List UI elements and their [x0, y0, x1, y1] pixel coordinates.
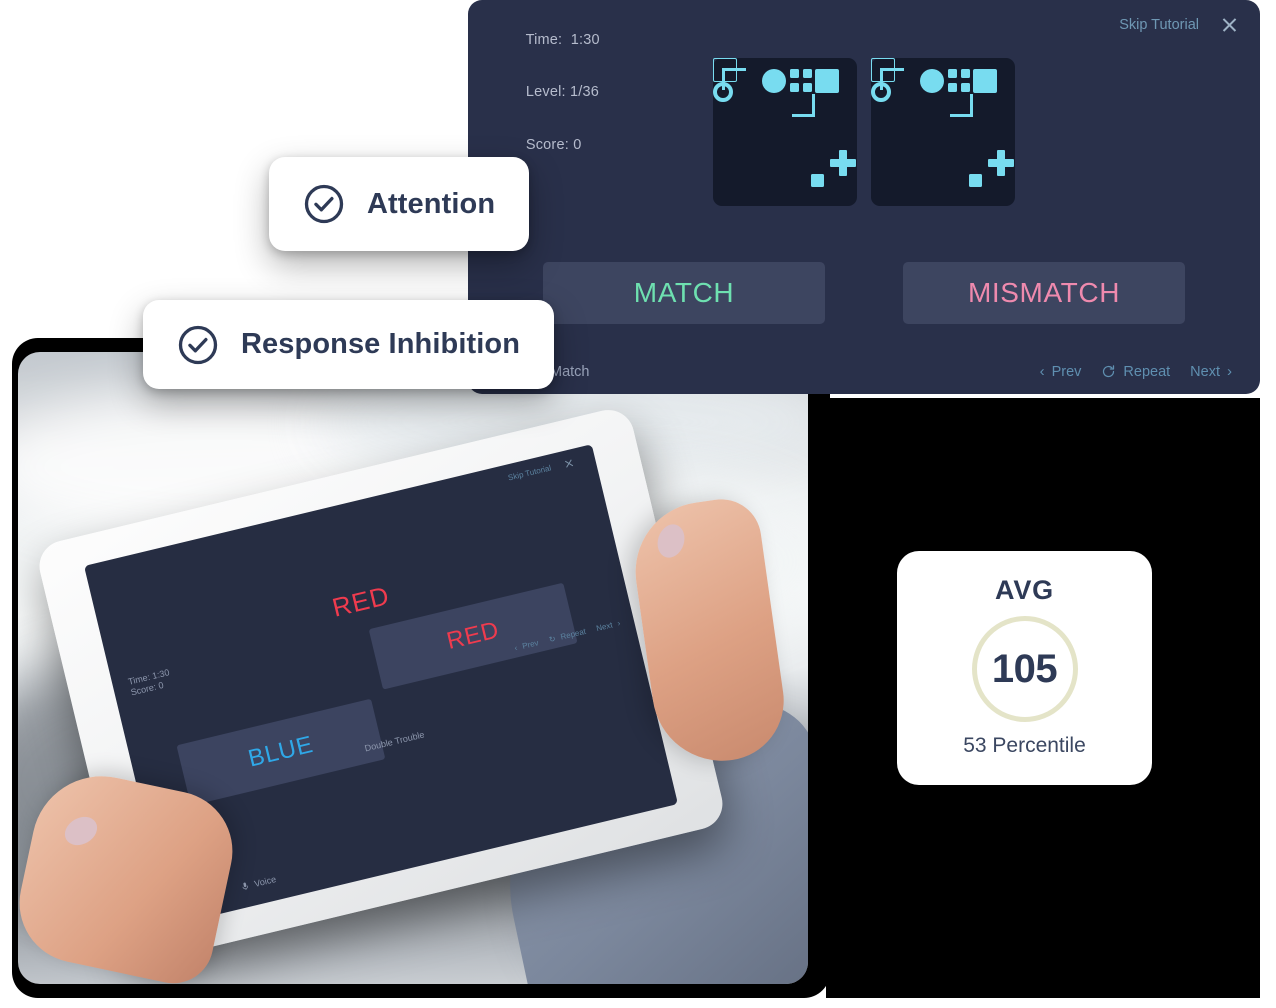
- tablet-next-button[interactable]: Next ›: [595, 619, 621, 633]
- stat-time-value: 1:30: [570, 31, 600, 48]
- filled-rect-icon: [973, 69, 997, 93]
- skip-tutorial-group[interactable]: Skip Tutorial: [1119, 16, 1238, 33]
- nav-controls: ‹ Prev Repeat Next ›: [1040, 363, 1232, 380]
- angle-bracket-icon: [812, 94, 815, 116]
- dot-grid-icon: [790, 69, 799, 78]
- stat-time-label: Time:: [525, 31, 563, 48]
- corner-bracket-icon: [722, 68, 725, 90]
- microphone-icon: [241, 882, 248, 891]
- check-circle-icon: [178, 325, 218, 364]
- filled-circle-icon: [920, 69, 944, 93]
- filled-rect-icon: [815, 69, 839, 93]
- chip-attention: Attention: [269, 157, 530, 251]
- tablet-photo-card: Skip Tutorial Time: 1:30 Score: 0 RED RE…: [18, 352, 808, 984]
- small-square-icon: [969, 174, 982, 187]
- avg-title: AVG: [995, 575, 1054, 605]
- corner-bracket-icon: [880, 68, 883, 90]
- avg-ring-wrap: 105: [971, 616, 1078, 722]
- dot-grid-icon: [790, 83, 799, 92]
- plus-sign-icon: [839, 150, 847, 176]
- angle-bracket-icon: [970, 94, 973, 116]
- chip-response-inhibition: Response Inhibition: [143, 300, 555, 389]
- chip-response-inhibition-label: Response Inhibition: [241, 328, 521, 360]
- next-button[interactable]: Next ›: [1190, 363, 1232, 380]
- screenshot-root: Skip Tutorial Time: 1:30 Score: 0 RED RE…: [0, 0, 1276, 1008]
- chevron-right-icon: ›: [1227, 363, 1232, 380]
- tablet-skip-tutorial-group[interactable]: Skip Tutorial: [507, 458, 574, 482]
- corner-bracket-icon: [722, 68, 746, 71]
- repeat-label: Repeat: [1123, 363, 1171, 380]
- pattern-card-left[interactable]: [713, 58, 857, 206]
- angle-bracket-icon: [950, 114, 973, 117]
- answer-buttons-row: MATCH MISMATCH: [468, 262, 1260, 324]
- avg-percentile-label: 53 Percentile: [963, 734, 1086, 757]
- tablet-voice-label: Voice: [253, 874, 278, 889]
- prev-button[interactable]: ‹ Prev: [1040, 363, 1082, 380]
- dot-grid-icon: [948, 69, 957, 78]
- repeat-button[interactable]: Repeat: [1101, 364, 1170, 380]
- prev-label: Prev: [1051, 363, 1082, 380]
- pattern-card-right[interactable]: [871, 58, 1015, 206]
- tablet-skip-tutorial-label[interactable]: Skip Tutorial: [507, 463, 552, 482]
- match-button[interactable]: MATCH: [543, 262, 825, 324]
- dot-grid-icon: [803, 83, 812, 92]
- feature-match-game-panel: Time: 1:30 Level: 1/36 Score: 0 Skip Tut…: [468, 0, 1260, 394]
- small-square-icon: [811, 174, 824, 187]
- chip-attention-label: Attention: [367, 187, 496, 220]
- dot-grid-icon: [948, 83, 957, 92]
- close-icon[interactable]: [1221, 16, 1238, 33]
- repeat-icon: [1103, 365, 1115, 378]
- avg-score-card: AVG 105 53 Percentile: [897, 551, 1152, 785]
- tablet-close-icon[interactable]: [564, 458, 575, 469]
- avg-score-value: 105: [991, 646, 1058, 691]
- tablet-voice-toggle[interactable]: Voice: [239, 874, 277, 892]
- dot-grid-icon: [961, 83, 970, 92]
- panel-footer: Feature Match ‹ Prev Repeat Next ›: [468, 363, 1260, 380]
- tablet-option-blue[interactable]: BLUE: [176, 698, 386, 806]
- dot-grid-icon: [803, 69, 812, 78]
- corner-bracket-icon: [880, 68, 904, 71]
- skip-tutorial-link[interactable]: Skip Tutorial: [1119, 17, 1199, 33]
- filled-circle-icon: [762, 69, 786, 93]
- angle-bracket-icon: [792, 114, 815, 117]
- chevron-left-icon: ‹: [1039, 363, 1045, 380]
- next-label: Next: [1190, 363, 1220, 380]
- plus-sign-icon: [997, 150, 1005, 176]
- check-circle-icon: [304, 184, 344, 224]
- dot-grid-icon: [961, 69, 970, 78]
- pattern-comparison-row: [468, 58, 1260, 206]
- mismatch-button[interactable]: MISMATCH: [903, 262, 1185, 324]
- tablet-next-label: Next: [595, 620, 614, 634]
